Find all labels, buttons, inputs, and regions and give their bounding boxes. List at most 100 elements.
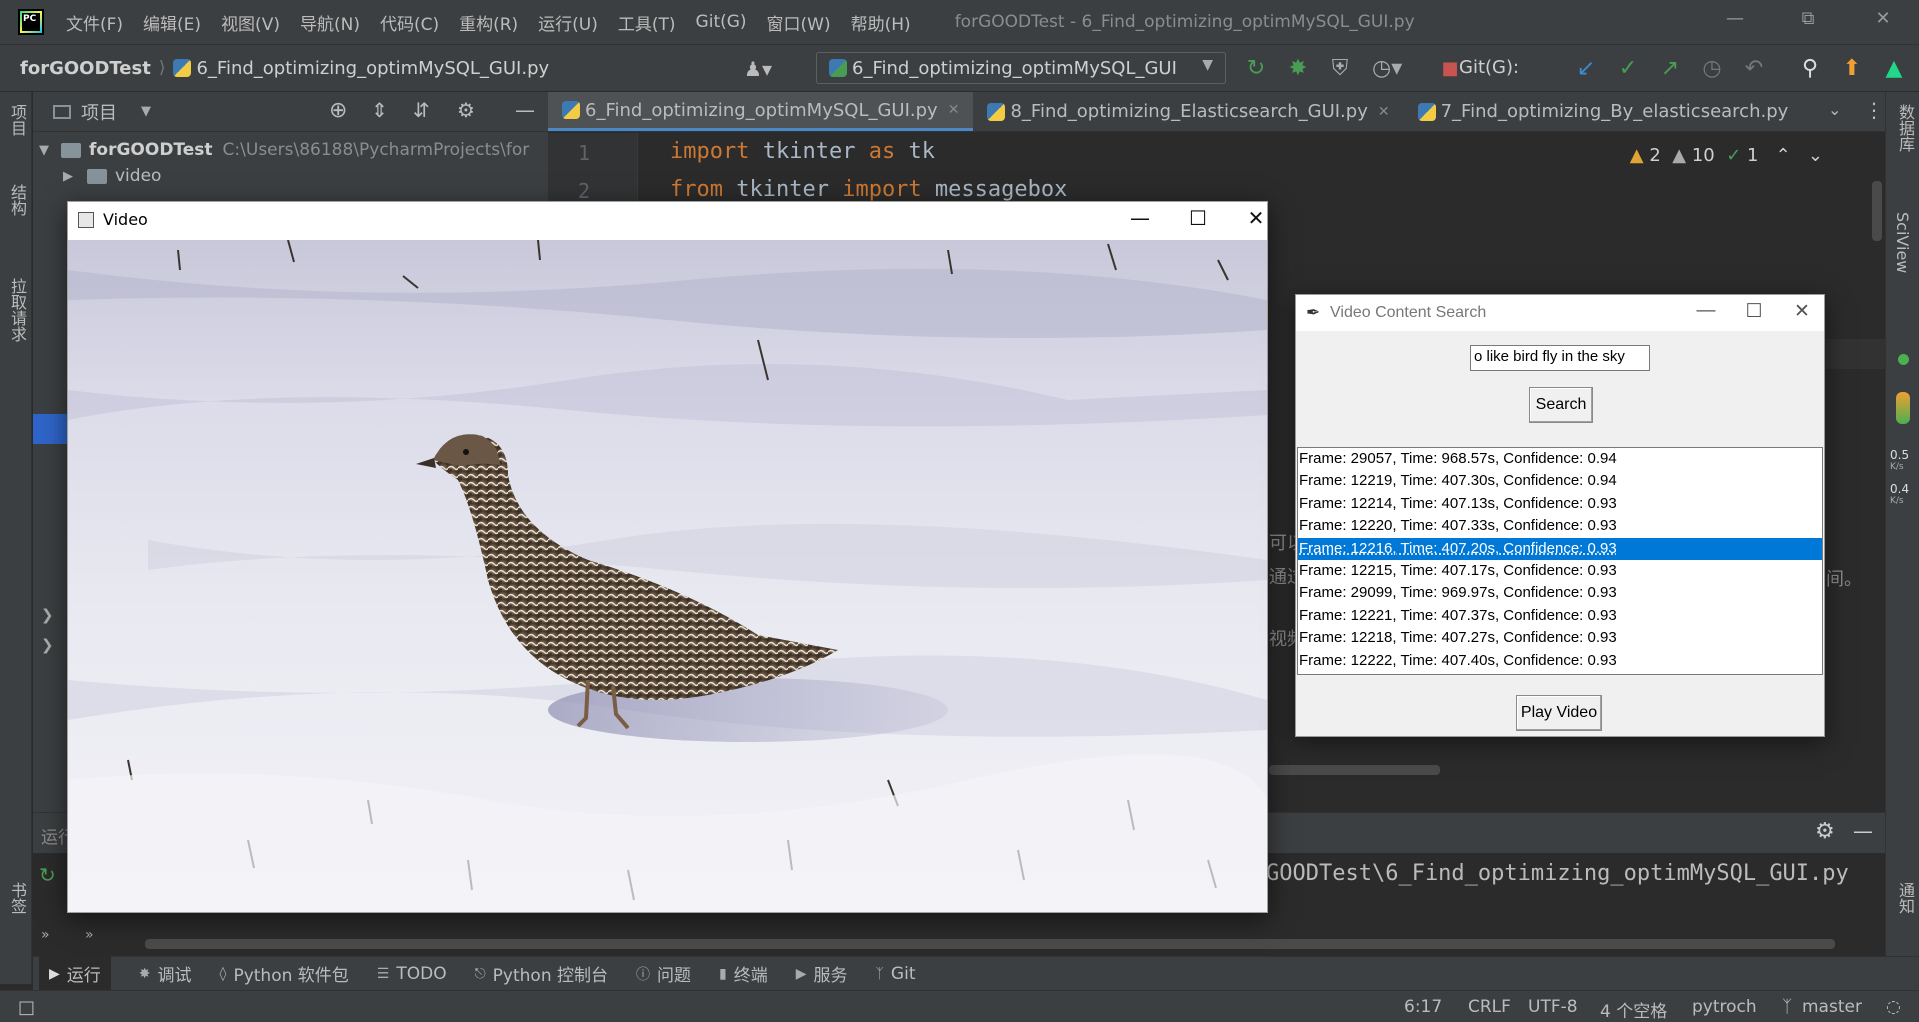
hide-panel-icon[interactable]: —	[1853, 819, 1873, 843]
tool-window-pull-requests[interactable]: 拉取请求	[5, 278, 29, 342]
pycharm-logo-icon[interactable]: PC	[18, 9, 44, 35]
previous-highlight-icon[interactable]: ⌃	[1776, 145, 1791, 166]
git-push-icon[interactable]: ↗	[1656, 55, 1684, 83]
chevron-down-icon[interactable]: ▼	[39, 143, 49, 158]
lock-icon[interactable]: ◌	[1886, 997, 1901, 1017]
git-update-icon[interactable]: ↙	[1572, 55, 1600, 83]
tool-tab-python-console[interactable]: ⎋ Python 控制台	[475, 961, 608, 987]
minimize-icon[interactable]: —	[1686, 300, 1726, 322]
list-item-selected[interactable]: Frame: 12216, Time: 407.20s, Confidence:…	[1298, 537, 1822, 560]
list-item[interactable]: Frame: 29099, Time: 969.97s, Confidence:…	[1298, 582, 1822, 604]
menu-git[interactable]: Git(G)	[696, 12, 747, 32]
gear-icon[interactable]: ⚙	[1815, 819, 1835, 844]
tool-tab-terminal[interactable]: ▮ 终端	[719, 961, 768, 987]
tool-window-database[interactable]: 数据库	[1893, 104, 1917, 152]
user-icon[interactable]: ♟▾	[744, 55, 772, 83]
tool-tab-services[interactable]: ▶ 服务	[796, 961, 848, 987]
chevron-right-icon[interactable]: ▶	[63, 169, 73, 184]
close-tab-icon[interactable]: ✕	[1378, 104, 1390, 120]
tab-list-chevron-icon[interactable]: ⌄	[1828, 100, 1841, 119]
menu-edit[interactable]: 编辑(E)	[143, 10, 201, 35]
search-window-titlebar[interactable]: ✒ Video Content Search — ☐ ✕	[1296, 295, 1824, 331]
menu-navigate[interactable]: 导航(N)	[300, 10, 360, 35]
horizontal-scrollbar[interactable]	[145, 939, 1835, 949]
menu-window[interactable]: 窗口(W)	[767, 10, 831, 35]
menu-view[interactable]: 视图(V)	[221, 10, 280, 35]
vertical-scrollbar[interactable]	[1872, 181, 1882, 241]
tool-window-sciview[interactable]: SciView	[1893, 212, 1912, 273]
tool-tab-git[interactable]: ᛉ Git	[876, 964, 916, 984]
rollback-icon[interactable]: ↶	[1740, 55, 1768, 83]
expand-more-icon[interactable]: »	[85, 927, 94, 943]
restore-icon[interactable]: ⧉	[1793, 8, 1823, 29]
gear-icon[interactable]: ⚙	[457, 98, 475, 122]
close-icon[interactable]: ✕	[1868, 8, 1898, 29]
rerun-icon[interactable]: ↻	[39, 863, 56, 887]
git-branch[interactable]: master	[1802, 997, 1862, 1017]
maximize-icon[interactable]: ☐	[1178, 206, 1218, 230]
minimize-icon[interactable]: —	[1120, 206, 1160, 230]
menu-help[interactable]: 帮助(H)	[851, 10, 911, 35]
video-window-titlebar[interactable]: Video — ☐ ✕	[68, 202, 1267, 240]
hide-panel-icon[interactable]: —	[515, 98, 535, 122]
coverage-icon[interactable]: ⛨	[1326, 55, 1354, 83]
expand-more-icon[interactable]: »	[41, 927, 50, 943]
layout-toggle-icon[interactable]: □	[18, 997, 35, 1018]
list-item[interactable]: Frame: 12214, Time: 407.13s, Confidence:…	[1298, 493, 1822, 515]
rerun-icon[interactable]: ↻	[1242, 55, 1270, 83]
next-highlight-icon[interactable]: ⌄	[1808, 145, 1823, 166]
close-icon[interactable]: ✕	[1782, 300, 1822, 323]
chevron-down-icon[interactable]: ▼	[141, 104, 151, 119]
profile-icon[interactable]: ◷▾	[1372, 55, 1402, 83]
run-configuration-select[interactable]: 6_Find_optimizing_optimMySQL_GUI ▼	[816, 52, 1226, 84]
menu-code[interactable]: 代码(C)	[380, 10, 439, 35]
breadcrumb-project[interactable]: forGOODTest	[20, 58, 151, 79]
video-content-search-window[interactable]: ✒ Video Content Search — ☐ ✕ o like bird…	[1295, 294, 1825, 737]
minimize-icon[interactable]: —	[1720, 8, 1750, 29]
collapse-all-icon[interactable]: ⇵	[413, 98, 430, 122]
editor-tab-8-find[interactable]: 8_Find_optimizing_Elasticsearch_GUI.py ✕	[973, 92, 1403, 131]
chevron-right-icon[interactable]: ❯	[41, 606, 54, 624]
menu-file[interactable]: 文件(F)	[66, 10, 123, 35]
play-video-button[interactable]: Play Video	[1516, 695, 1602, 731]
expand-all-icon[interactable]: ⇕	[371, 98, 388, 122]
tool-tab-debug[interactable]: ✸ 调试	[139, 961, 192, 987]
tool-tab-run[interactable]: ▶ 运行	[39, 956, 111, 991]
inspection-widget[interactable]: ▲ 2 ▲ 10 ✓ 1 ⌃ ⌄	[1630, 145, 1823, 166]
python-interpreter[interactable]: pytroch	[1692, 997, 1757, 1017]
tool-window-project[interactable]: 项目	[5, 104, 29, 136]
list-item[interactable]: Frame: 12221, Time: 407.37s, Confidence:…	[1298, 605, 1822, 627]
search-icon[interactable]: ⚲	[1796, 55, 1824, 83]
tree-row-video[interactable]: ▶ video	[63, 162, 161, 190]
locate-icon[interactable]: ⊕	[329, 98, 347, 123]
tool-window-structure[interactable]: 结构	[5, 184, 29, 216]
tool-tab-problems[interactable]: ⓘ 问题	[636, 961, 691, 986]
tool-tab-todo[interactable]: ☰ TODO	[377, 964, 447, 984]
menu-tools[interactable]: 工具(T)	[618, 10, 676, 35]
list-item[interactable]: Frame: 12222, Time: 407.40s, Confidence:…	[1298, 650, 1822, 672]
video-window[interactable]: Video — ☐ ✕	[67, 201, 1268, 913]
list-item[interactable]: Frame: 12215, Time: 407.17s, Confidence:…	[1298, 560, 1822, 582]
query-input[interactable]: o like bird fly in the sky	[1470, 345, 1650, 371]
file-encoding[interactable]: UTF-8	[1528, 997, 1578, 1017]
indent-setting[interactable]: 4 个空格	[1600, 997, 1667, 1022]
list-item[interactable]: Frame: 29057, Time: 968.57s, Confidence:…	[1298, 448, 1822, 470]
update-icon[interactable]: ⬆	[1838, 55, 1866, 83]
debug-bug-icon[interactable]: ✸	[1284, 55, 1312, 83]
horizontal-scrollbar[interactable]	[1269, 765, 1440, 775]
list-item[interactable]: Frame: 12220, Time: 407.33s, Confidence:…	[1298, 515, 1822, 537]
caret-position[interactable]: 6:17	[1404, 997, 1442, 1017]
project-panel-title[interactable]: 项目	[81, 99, 117, 125]
breadcrumb-file[interactable]: 6_Find_optimizing_optimMySQL_GUI.py	[196, 58, 549, 79]
tree-row-root[interactable]: ▼ forGOODTest C:\Users\86188\PycharmProj…	[39, 136, 529, 164]
git-commit-icon[interactable]: ✓	[1614, 55, 1642, 83]
tool-window-bookmarks[interactable]: 书签	[5, 882, 29, 914]
history-icon[interactable]: ◷	[1698, 55, 1726, 83]
line-ending[interactable]: CRLF	[1468, 997, 1511, 1017]
search-button[interactable]: Search	[1529, 387, 1593, 423]
editor-tab-6-find[interactable]: 6_Find_optimizing_optimMySQL_GUI.py ✕	[548, 92, 974, 131]
list-item[interactable]: Frame: 12218, Time: 407.27s, Confidence:…	[1298, 627, 1822, 649]
menu-run[interactable]: 运行(U)	[538, 10, 598, 35]
plugin-logo-icon[interactable]: ▲	[1880, 55, 1908, 83]
close-icon[interactable]: ✕	[1236, 206, 1276, 230]
